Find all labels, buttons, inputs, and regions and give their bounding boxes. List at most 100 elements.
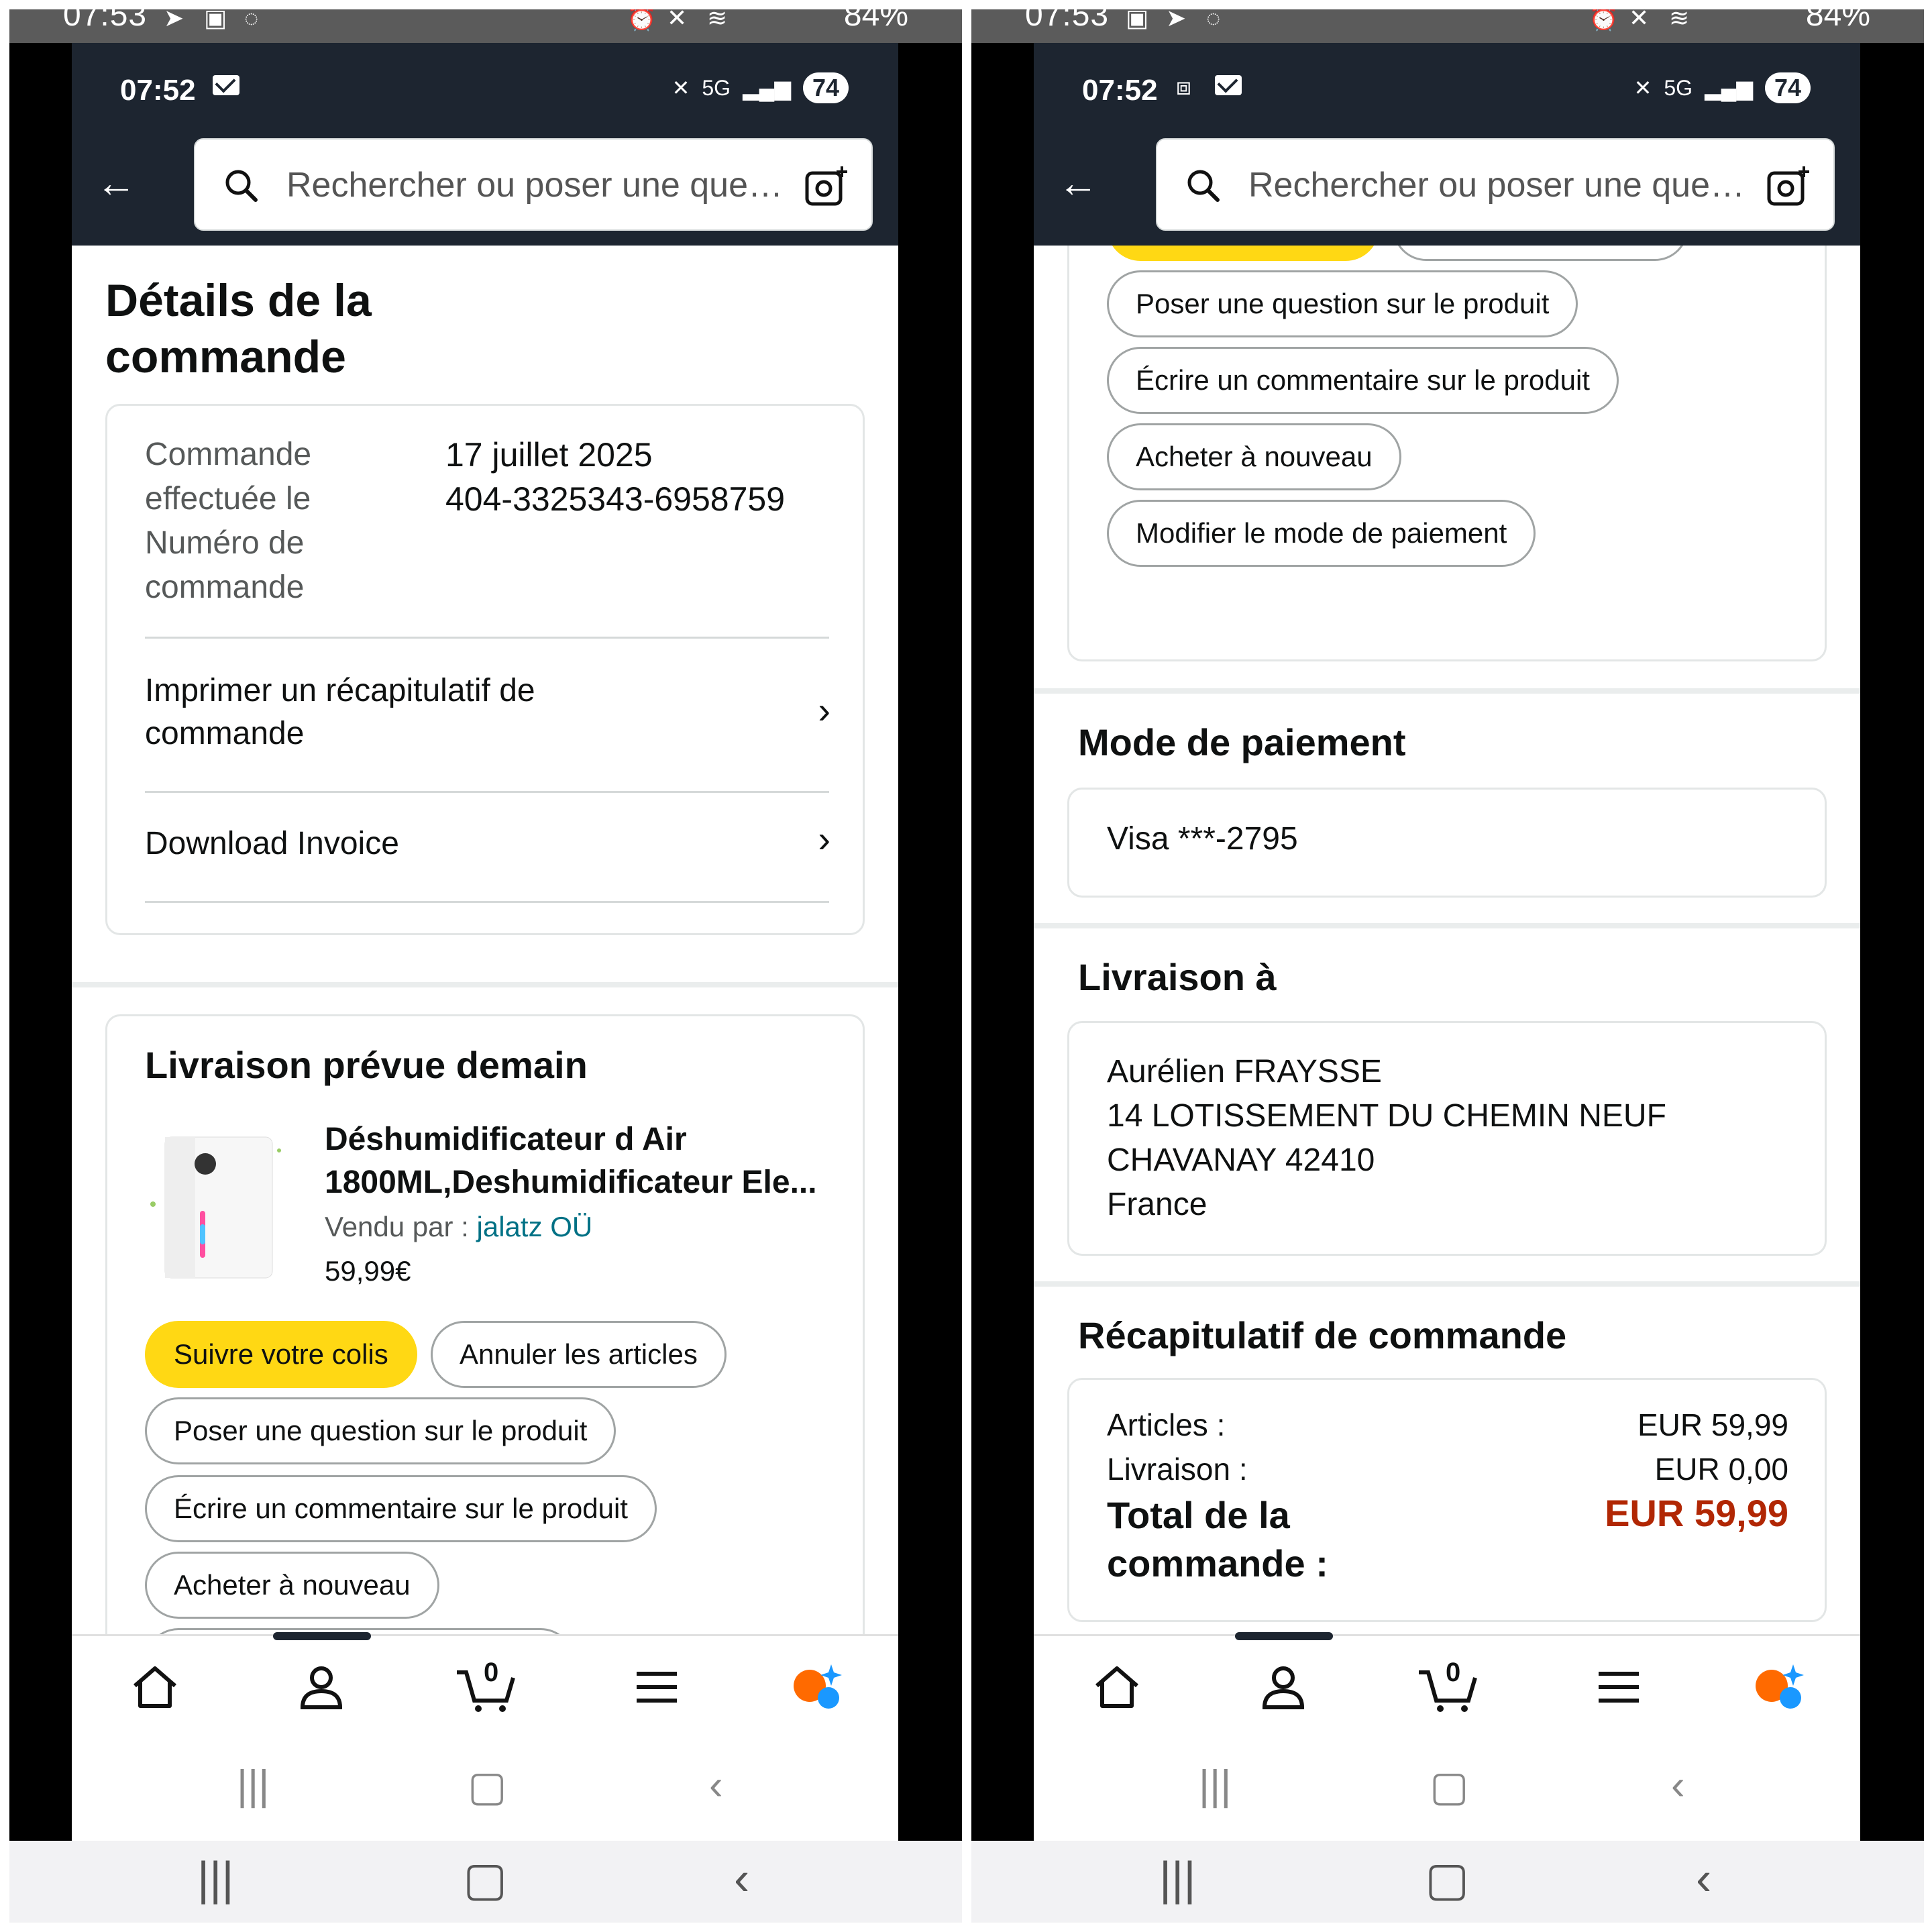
inner-system-nav: ||| ▢ ‹: [72, 1741, 898, 1841]
summary-card: Articles : EUR 59,99 Livraison : EUR 0,0…: [1067, 1378, 1827, 1622]
system-back-icon[interactable]: ‹: [1671, 1762, 1685, 1809]
back-arrow-icon[interactable]: ←: [1058, 161, 1102, 205]
search-bar[interactable]: Rechercher ou poser une que…: [194, 138, 873, 231]
rufus-assistant-icon[interactable]: [790, 1660, 843, 1714]
search-input[interactable]: Rechercher ou poser une que…: [286, 165, 783, 205]
cart-button[interactable]: 0: [1415, 1658, 1482, 1714]
order-number: 404-3325343-6958759: [445, 480, 786, 518]
camera-search-icon[interactable]: [1765, 162, 1813, 211]
camera-search-icon[interactable]: [803, 162, 851, 211]
address-line: CHAVANAY 42410: [1107, 1142, 1375, 1178]
address-line: 14 LOTISSEMENT DU CHEMIN NEUF: [1107, 1098, 1666, 1134]
cart-count: 0: [484, 1658, 499, 1687]
download-invoice-row[interactable]: Download Invoice ›: [107, 793, 863, 900]
outer-system-nav: ||| ▢ ‹: [9, 1841, 962, 1923]
product-title-line: 1800ML,Deshumidificateur Ele...: [325, 1165, 817, 1200]
active-tab-indicator: [1235, 1632, 1333, 1640]
whatsapp-icon: ◌: [1206, 9, 1221, 32]
ask-question-button[interactable]: Poser une question sur le produit: [1107, 270, 1578, 337]
recent-apps-icon[interactable]: |||: [237, 1762, 269, 1809]
whatsapp-icon: ◌: [244, 9, 259, 32]
battery-icon: 74: [1764, 72, 1811, 103]
mute-icon: ✕: [667, 9, 688, 32]
menu-icon[interactable]: [630, 1660, 684, 1714]
write-review-button[interactable]: Écrire un commentaire sur le produit: [145, 1475, 657, 1542]
system-back-icon[interactable]: ‹: [734, 1851, 749, 1905]
sold-by-row: Vendu par : jalatz OÜ: [325, 1211, 592, 1243]
status-icons: ✕ 5G ▂▄▆ 74: [672, 72, 849, 103]
home-button-icon[interactable]: ▢: [463, 1851, 507, 1907]
buy-again-button[interactable]: Acheter à nouveau: [145, 1552, 439, 1619]
search-icon: [225, 170, 258, 202]
cart-count: 0: [1446, 1658, 1461, 1687]
shipping-value: EUR 0,00: [1654, 1452, 1788, 1487]
mail-icon: [1215, 75, 1242, 95]
buy-again-button[interactable]: Acheter à nouveau: [1107, 423, 1401, 490]
home-button-icon[interactable]: ▢: [468, 1762, 507, 1811]
cart-button[interactable]: 0: [453, 1658, 520, 1714]
summary-title: Récapitulatif de commande: [1078, 1314, 1567, 1356]
home-icon[interactable]: [128, 1660, 182, 1714]
order-label-line: Numéro de: [145, 525, 305, 561]
account-icon[interactable]: [1256, 1660, 1310, 1714]
delivery-title: Livraison prévue demain: [145, 1044, 588, 1086]
recent-apps-icon[interactable]: |||: [1199, 1762, 1231, 1809]
order-info-card: Commande effectuée le Numéro de commande…: [105, 404, 865, 935]
address-name: Aurélien FRAYSSE: [1107, 1054, 1382, 1089]
inner-system-nav: ||| ▢ ‹: [1034, 1741, 1860, 1841]
home-button-icon[interactable]: ▢: [1425, 1851, 1469, 1907]
address-card: Aurélien FRAYSSE 14 LOTISSEMENT DU CHEMI…: [1067, 1021, 1827, 1256]
order-date: 17 juillet 2025: [445, 436, 653, 474]
gallery-icon: ▣: [204, 9, 227, 32]
home-button-icon[interactable]: ▢: [1430, 1762, 1469, 1811]
outer-battery-text: 84%: [1805, 9, 1870, 33]
rufus-assistant-icon[interactable]: [1752, 1660, 1805, 1714]
outer-battery-text: 84%: [843, 9, 908, 33]
shipping-label: Livraison :: [1107, 1452, 1248, 1487]
seller-link[interactable]: jalatz OÜ: [477, 1211, 593, 1242]
app-header: 07:52 ✕ 5G ▂▄▆ 74 ← Rechercher ou poser …: [72, 43, 898, 246]
write-review-button[interactable]: Écrire un commentaire sur le produit: [1107, 347, 1619, 414]
system-back-icon[interactable]: ‹: [709, 1762, 723, 1809]
menu-icon[interactable]: [1592, 1660, 1646, 1714]
product-title[interactable]: Déshumidificateur d Air 1800ML,Deshumidi…: [325, 1118, 848, 1204]
change-payment-button[interactable]: Modifier le mode de paiement: [1107, 500, 1536, 567]
divider: [145, 901, 829, 903]
print-summary-link[interactable]: Imprimer un récapitulatif de commande: [145, 669, 628, 755]
download-invoice-link[interactable]: Download Invoice: [145, 822, 399, 865]
cancel-items-button[interactable]: Annuler les articles: [431, 1321, 727, 1388]
left-phone-screenshot: 07:53 ➤ ▣ ◌ ⏰ ✕ ≋ 84% Détails de la comm…: [9, 9, 962, 1923]
search-bar[interactable]: Rechercher ou poser une que…: [1156, 138, 1835, 231]
telegram-icon: ➤: [164, 9, 184, 32]
right-phone-screenshot: 07:53 ▣ ➤ ◌ ⏰ ✕ ≋ 84% Suivre votre colis…: [971, 9, 1924, 1923]
ask-question-button[interactable]: Poser une question sur le produit: [145, 1397, 616, 1464]
system-back-icon[interactable]: ‹: [1696, 1851, 1711, 1905]
alarm-icon: ⏰: [1589, 9, 1619, 32]
5g-icon: 5G: [1664, 75, 1693, 100]
search-input[interactable]: Rechercher ou poser une que…: [1248, 165, 1745, 205]
payment-method: Visa ***-2795: [1107, 821, 1298, 857]
page-title: Détails de la commande: [105, 275, 372, 382]
bottom-nav: 0: [1034, 1632, 1860, 1741]
account-icon[interactable]: [294, 1660, 348, 1714]
total-label: Total de la commande :: [1107, 1494, 1328, 1585]
bottom-nav: 0: [72, 1632, 898, 1741]
recent-apps-icon[interactable]: |||: [1159, 1851, 1196, 1905]
print-summary-row[interactable]: Imprimer un récapitulatif de commande ›: [107, 639, 863, 790]
home-icon[interactable]: [1090, 1660, 1144, 1714]
track-package-button[interactable]: Suivre votre colis: [145, 1321, 417, 1388]
payment-card: Visa ***-2795: [1067, 788, 1827, 898]
outer-status-time: 07:53: [63, 9, 148, 33]
payment-title: Mode de paiement: [1078, 721, 1406, 763]
outer-status-bar: 07:53 ➤ ▣ ◌ ⏰ ✕ ≋ 84%: [9, 9, 962, 43]
telegram-icon: ➤: [1166, 9, 1187, 32]
product-image[interactable]: [145, 1124, 286, 1285]
app-screen: Détails de la commande Commande effectué…: [72, 43, 898, 1841]
section-separator: [72, 982, 898, 987]
status-icons: ✕ 5G ▂▄▆ 74: [1634, 72, 1811, 103]
back-arrow-icon[interactable]: ←: [96, 161, 140, 205]
app-screen: Suivre votre colis Annuler les articles …: [1034, 43, 1860, 1841]
active-tab-indicator: [273, 1632, 371, 1640]
screenshot-icon: ⧈: [1176, 72, 1191, 100]
recent-apps-icon[interactable]: |||: [197, 1851, 234, 1905]
